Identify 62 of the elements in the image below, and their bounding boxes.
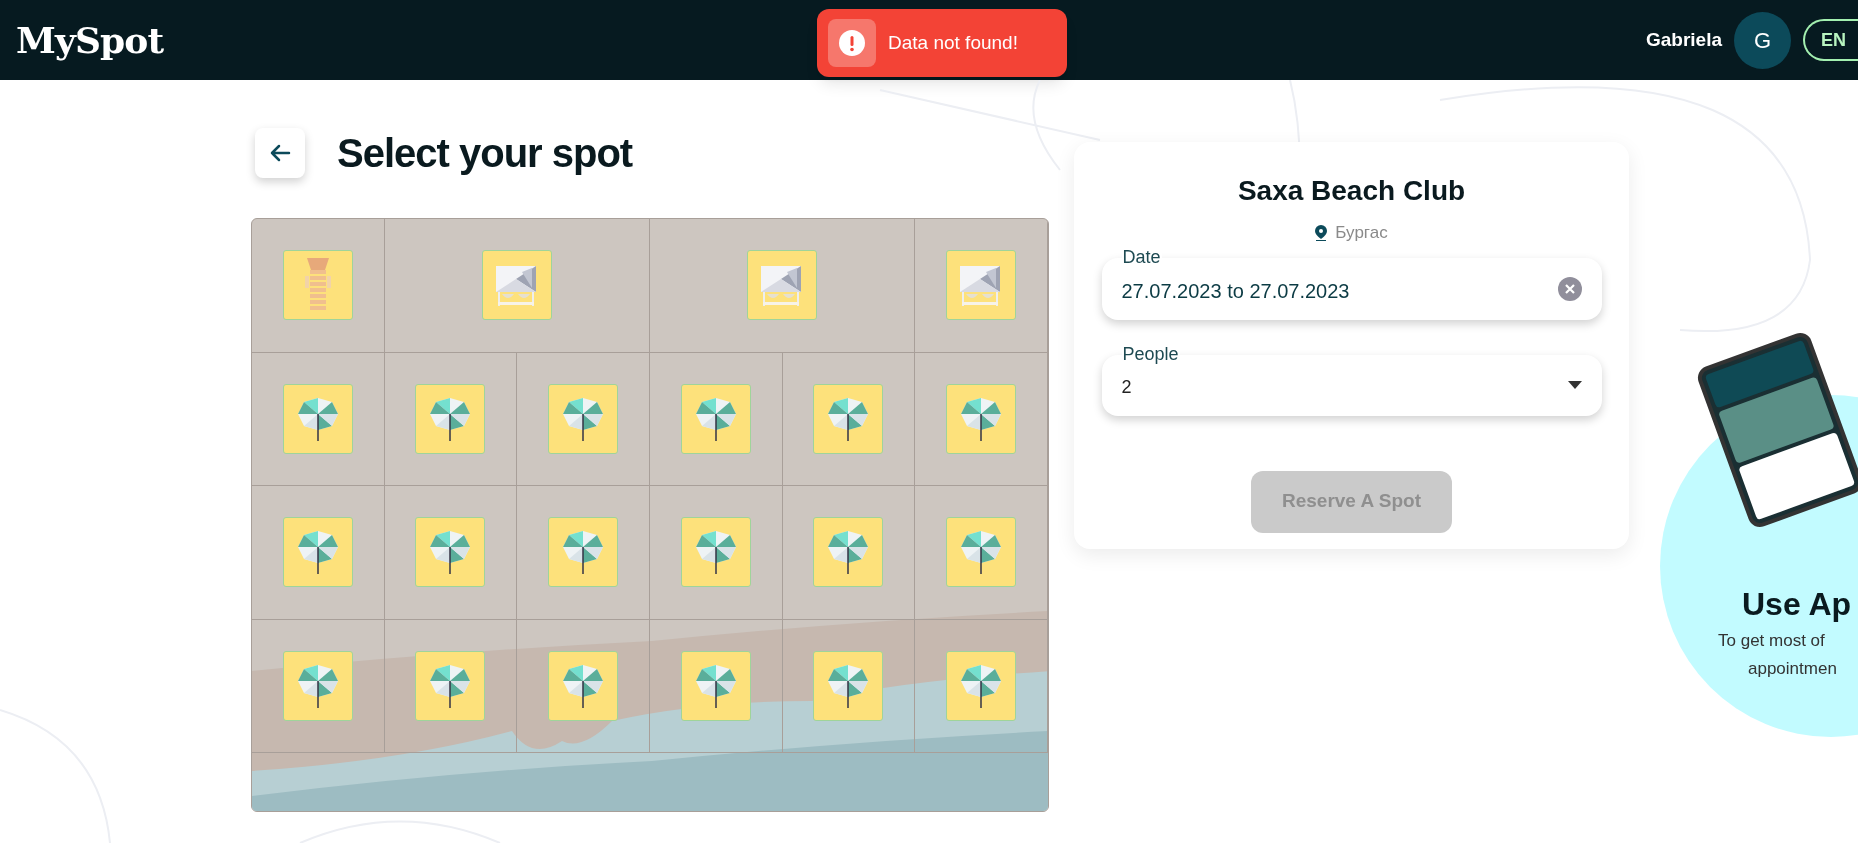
beach-spot[interactable] [548, 383, 619, 454]
umbrella-icon [561, 662, 606, 709]
alert-icon [828, 19, 876, 67]
people-value: 2 [1121, 375, 1132, 399]
umbrella-icon [826, 395, 871, 442]
beach-spot[interactable] [282, 250, 353, 321]
venue-name: Saxa Beach Club [1237, 174, 1466, 208]
umbrella-icon [295, 395, 340, 442]
umbrella-icon [959, 529, 1004, 576]
beach-spot[interactable] [415, 517, 486, 588]
user-avatar[interactable]: G [1734, 11, 1791, 69]
beach-spot[interactable] [946, 250, 1017, 321]
umbrella-icon [693, 662, 738, 709]
close-icon [1564, 283, 1575, 294]
logo[interactable]: MySpot [16, 13, 164, 67]
umbrella-icon [428, 662, 473, 709]
beach-spot[interactable] [481, 250, 552, 321]
arrow-left-icon [269, 142, 291, 164]
beach-spot[interactable] [415, 650, 486, 721]
umbrella-icon [826, 529, 871, 576]
promo-subtitle: appointmen [1748, 657, 1837, 680]
beach-spot[interactable] [747, 250, 818, 321]
beach-spot[interactable] [680, 517, 751, 588]
promo-title: Use Ap [1742, 585, 1852, 624]
umbrella-icon [428, 529, 473, 576]
page-title: Select your spot [337, 130, 633, 177]
beach-spot[interactable] [548, 650, 619, 721]
beach-spot[interactable] [282, 650, 353, 721]
user-name[interactable]: Gabriela [1645, 25, 1722, 55]
toast-message: Data not found! [888, 30, 1018, 55]
beach-spot[interactable] [813, 650, 884, 721]
beach-spot[interactable] [680, 650, 751, 721]
location-pin-icon [1315, 224, 1328, 241]
beach-spot[interactable] [680, 383, 751, 454]
beach-spot[interactable] [813, 517, 884, 588]
umbrella-icon [693, 529, 738, 576]
umbrella-icon [693, 395, 738, 442]
umbrella-icon [428, 395, 473, 442]
umbrella-icon [959, 662, 1004, 709]
beach-spot[interactable] [946, 383, 1017, 454]
promo-subtitle: To get most of [1718, 630, 1825, 652]
beach-spot[interactable] [282, 517, 353, 588]
clear-date-button[interactable] [1557, 276, 1582, 301]
beach-spot[interactable] [415, 383, 486, 454]
beach-spot[interactable] [548, 517, 619, 588]
umbrella-icon [295, 662, 340, 709]
date-value: 27.07.2023 to 27.07.2023 [1121, 278, 1350, 304]
umbrella-icon [561, 529, 606, 576]
back-button[interactable] [255, 128, 305, 178]
umbrella-icon [826, 662, 871, 709]
umbrella-icon [959, 395, 1004, 442]
dropdown-caret-icon [1567, 381, 1582, 389]
umbrella-icon [295, 529, 340, 576]
umbrella-icon [561, 395, 606, 442]
venue-location: Бургас [1335, 222, 1388, 244]
date-label: Date [1121, 247, 1162, 266]
beach-spot[interactable] [282, 383, 353, 454]
beach-spot[interactable] [946, 517, 1017, 588]
people-label: People [1121, 344, 1180, 363]
beach-spot[interactable] [946, 650, 1017, 721]
beach-spot[interactable] [813, 383, 884, 454]
language-button[interactable]: EN [1803, 19, 1858, 61]
